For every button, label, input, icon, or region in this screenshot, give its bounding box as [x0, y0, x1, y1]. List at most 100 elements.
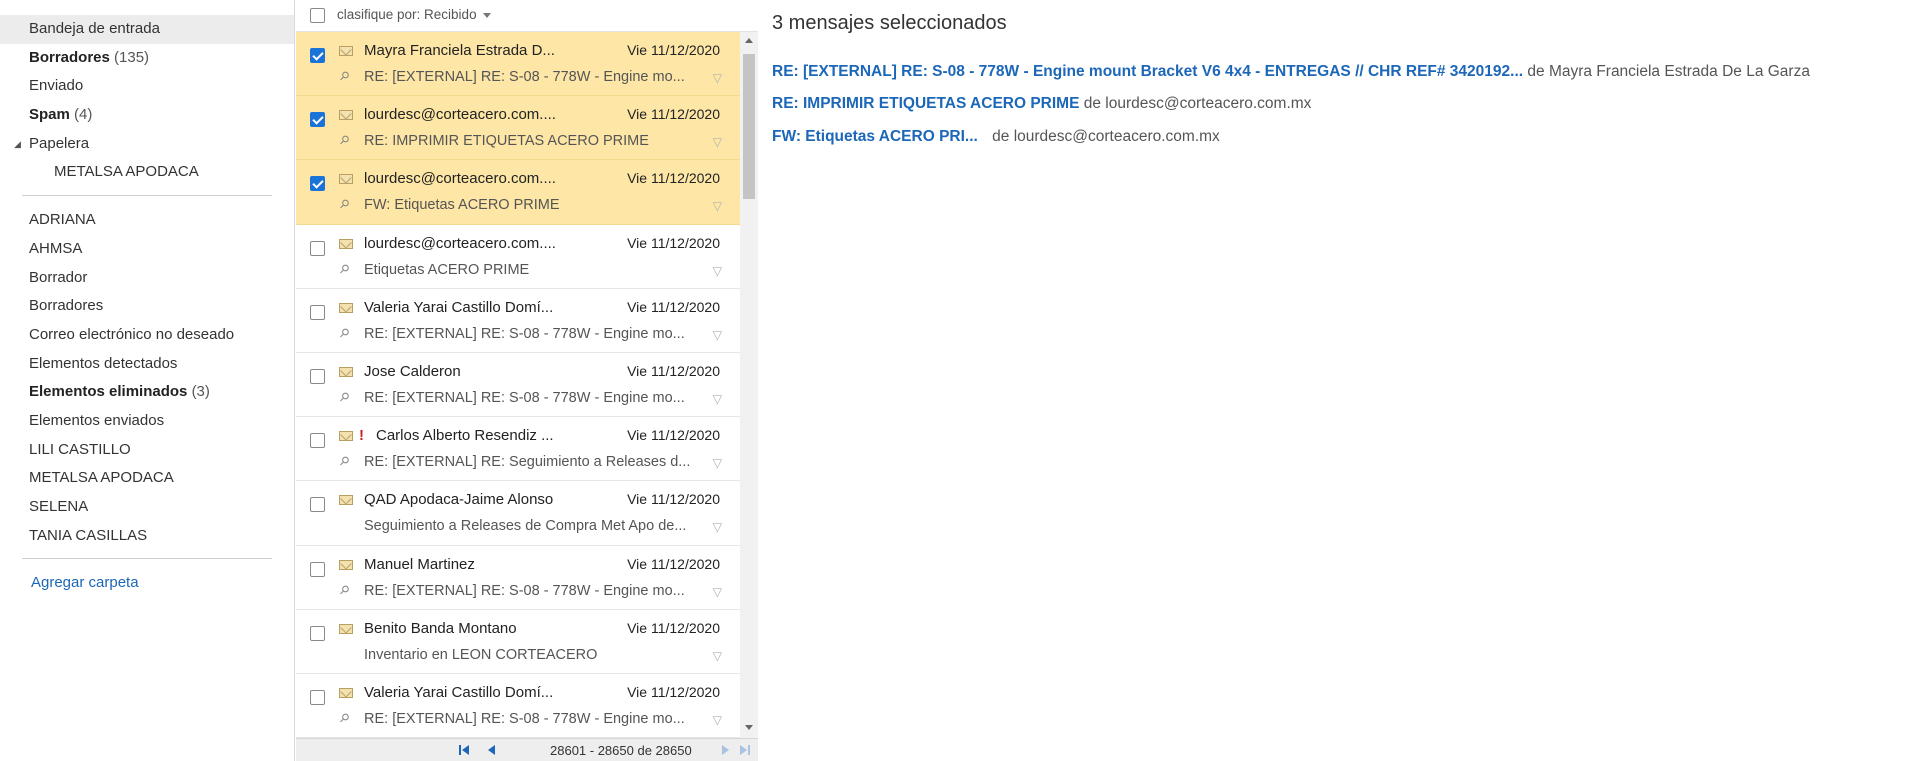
- sort-dropdown[interactable]: clasifique por: Recibido: [337, 7, 491, 22]
- flag-icon[interactable]: ▽: [713, 713, 722, 727]
- flag-icon[interactable]: ▽: [713, 135, 722, 149]
- scrollbar-thumb[interactable]: [743, 54, 755, 199]
- paperclip-icon: ⚲: [336, 581, 353, 598]
- folder-item[interactable]: Spam (4): [0, 101, 294, 130]
- folder-item[interactable]: LILI CASTILLO: [0, 436, 294, 465]
- selected-message-item[interactable]: RE: [EXTERNAL] RE: S-08 - 778W - Engine …: [772, 63, 1810, 81]
- message-checkbox[interactable]: [310, 561, 325, 577]
- folder-unread-count: (135): [114, 48, 150, 66]
- message-checkbox[interactable]: [310, 304, 325, 320]
- flag-icon[interactable]: ▽: [713, 264, 722, 278]
- folder-item[interactable]: Borradores: [0, 292, 294, 321]
- first-page-button[interactable]: [459, 744, 473, 757]
- folder-item[interactable]: ADRIANA: [0, 206, 294, 235]
- next-page-button[interactable]: [720, 744, 734, 757]
- message-row[interactable]: lourdesc@corteacero.com.... Vie 11/12/202…: [296, 160, 740, 225]
- folder-item[interactable]: Elementos enviados: [0, 407, 294, 436]
- folder-item[interactable]: Borrador: [0, 264, 294, 293]
- message-checkbox[interactable]: [310, 240, 325, 256]
- flag-icon[interactable]: ▽: [713, 649, 722, 663]
- folder-item[interactable]: Enviado: [0, 72, 294, 101]
- folder-item[interactable]: METALSA APODACA: [0, 464, 294, 493]
- message-row[interactable]: lourdesc@corteacero.com.... Vie 11/12/202…: [296, 224, 740, 289]
- envelope-icon: [339, 46, 353, 56]
- envelope-icon: [339, 302, 353, 313]
- add-folder-link[interactable]: Agregar carpeta: [0, 569, 294, 597]
- first-page-bar-icon: [459, 745, 461, 755]
- message-row[interactable]: Benito Banda Montano Vie 11/12/2020 Invent…: [296, 609, 740, 674]
- message-checkbox[interactable]: [310, 176, 325, 192]
- message-row[interactable]: lourdesc@corteacero.com.... Vie 11/12/202…: [296, 96, 740, 161]
- message-row[interactable]: Jose Calderon Vie 11/12/2020 ⚲ RE: [EXTERNA…: [296, 352, 740, 418]
- flag-icon[interactable]: ▽: [713, 585, 722, 599]
- folder-item[interactable]: Elementos detectados: [0, 350, 294, 379]
- previous-page-button[interactable]: [486, 744, 500, 757]
- folder-item[interactable]: METALSA APODACA: [0, 158, 294, 187]
- flag-icon[interactable]: ▽: [713, 71, 722, 85]
- envelope-icon: [339, 110, 353, 121]
- message-checkbox[interactable]: [310, 112, 325, 128]
- folder-name: TANIA CASILLAS: [29, 526, 148, 544]
- message-checkbox[interactable]: [310, 433, 325, 449]
- message-date: Vie 11/12/2020: [627, 491, 720, 508]
- message-date: Vie 11/12/2020: [627, 683, 720, 700]
- message-sender: Valeria Yarai Castillo Domí...: [364, 683, 554, 701]
- message-subject: RE: [EXTERNAL] RE: S-08 - 778W - Engine …: [364, 710, 685, 727]
- message-checkbox[interactable]: [310, 48, 325, 63]
- selected-message-item[interactable]: FW: Etiquetas ACERO PRI... de lourdesc@c…: [772, 128, 1220, 146]
- message-row[interactable]: Manuel Martinez Vie 11/12/2020 ⚲ RE: [EXTER…: [296, 545, 740, 610]
- folder-item[interactable]: Correo electrónico no deseado: [0, 321, 294, 350]
- folder-item[interactable]: SELENA: [0, 493, 294, 522]
- selected-message-item[interactable]: RE: IMPRIMIR ETIQUETAS ACERO PRIME de lo…: [772, 95, 1311, 113]
- flag-icon[interactable]: ▽: [713, 199, 722, 213]
- flag-icon[interactable]: ▽: [713, 392, 722, 406]
- folder-name: METALSA APODACA: [29, 469, 174, 487]
- selected-message-subject[interactable]: RE: [EXTERNAL] RE: S-08 - 778W - Engine …: [772, 63, 1523, 81]
- selected-message-subject[interactable]: RE: IMPRIMIR ETIQUETAS ACERO PRIME: [772, 95, 1079, 113]
- message-checkbox[interactable]: [310, 368, 325, 384]
- message-date: Vie 11/12/2020: [627, 42, 720, 58]
- scroll-down-arrow-icon[interactable]: [745, 725, 753, 730]
- message-list-scrollbar[interactable]: [740, 32, 758, 738]
- message-checkbox[interactable]: [310, 625, 325, 641]
- paperclip-icon: ⚲: [336, 324, 353, 341]
- high-importance-icon: !: [359, 427, 364, 445]
- primary-folder-list: Bandeja de entrada Borradores (135) Enviad…: [0, 15, 294, 187]
- folder-name: Borradores: [29, 297, 104, 315]
- message-checkbox[interactable]: [310, 689, 325, 705]
- paperclip-icon: ⚲: [336, 453, 353, 470]
- folder-unread-count: (4): [74, 106, 93, 124]
- message-row[interactable]: ! Carlos Alberto Resendiz ... Vie 11/12/20…: [296, 417, 740, 482]
- flag-icon[interactable]: ▽: [713, 328, 722, 342]
- message-row[interactable]: Mayra Franciela Estrada D... Vie 11/12/20…: [296, 32, 740, 97]
- message-subject: RE: IMPRIMIR ETIQUETAS ACERO PRIME: [364, 133, 649, 150]
- folder-name: Bandeja de entrada: [29, 20, 160, 37]
- paperclip-icon: ⚲: [336, 67, 353, 85]
- last-page-icon: [740, 745, 747, 755]
- folder-item[interactable]: TANIA CASILLAS: [0, 522, 294, 551]
- envelope-icon: [339, 431, 353, 442]
- folder-item[interactable]: Borradores (135): [0, 44, 294, 73]
- folder-item[interactable]: ◢ Papelera: [0, 130, 294, 159]
- message-checkbox[interactable]: [310, 497, 325, 513]
- message-row[interactable]: QAD Apodaca-Jaime Alonso Vie 11/12/2020 Se…: [296, 481, 740, 546]
- message-subject: Etiquetas ACERO PRIME: [364, 261, 530, 278]
- folder-item[interactable]: AHMSA: [0, 235, 294, 264]
- flag-icon[interactable]: ▽: [713, 520, 722, 534]
- select-all-checkbox[interactable]: [310, 8, 325, 23]
- flag-icon[interactable]: ▽: [713, 456, 722, 470]
- message-row[interactable]: Valeria Yarai Castillo Domí... Vie 11/12/…: [296, 673, 740, 738]
- message-date: Vie 11/12/2020: [627, 298, 720, 315]
- folder-item[interactable]: Bandeja de entrada: [0, 15, 294, 44]
- message-sender: Mayra Franciela Estrada D...: [364, 42, 555, 59]
- selected-message-subject[interactable]: FW: Etiquetas ACERO PRI...: [772, 128, 978, 146]
- folder-name: Elementos enviados: [29, 411, 165, 429]
- message-row[interactable]: Valeria Yarai Castillo Domí... Vie 11/12/…: [296, 288, 740, 353]
- expand-triangle-icon[interactable]: ◢: [14, 130, 21, 159]
- folder-item[interactable]: Elementos eliminados (3): [0, 378, 294, 407]
- folder-divider: [22, 558, 272, 560]
- scroll-up-arrow-icon[interactable]: [745, 38, 753, 43]
- last-page-button[interactable]: [740, 744, 754, 757]
- envelope-icon: [339, 174, 353, 185]
- paperclip-icon: ⚲: [336, 260, 353, 277]
